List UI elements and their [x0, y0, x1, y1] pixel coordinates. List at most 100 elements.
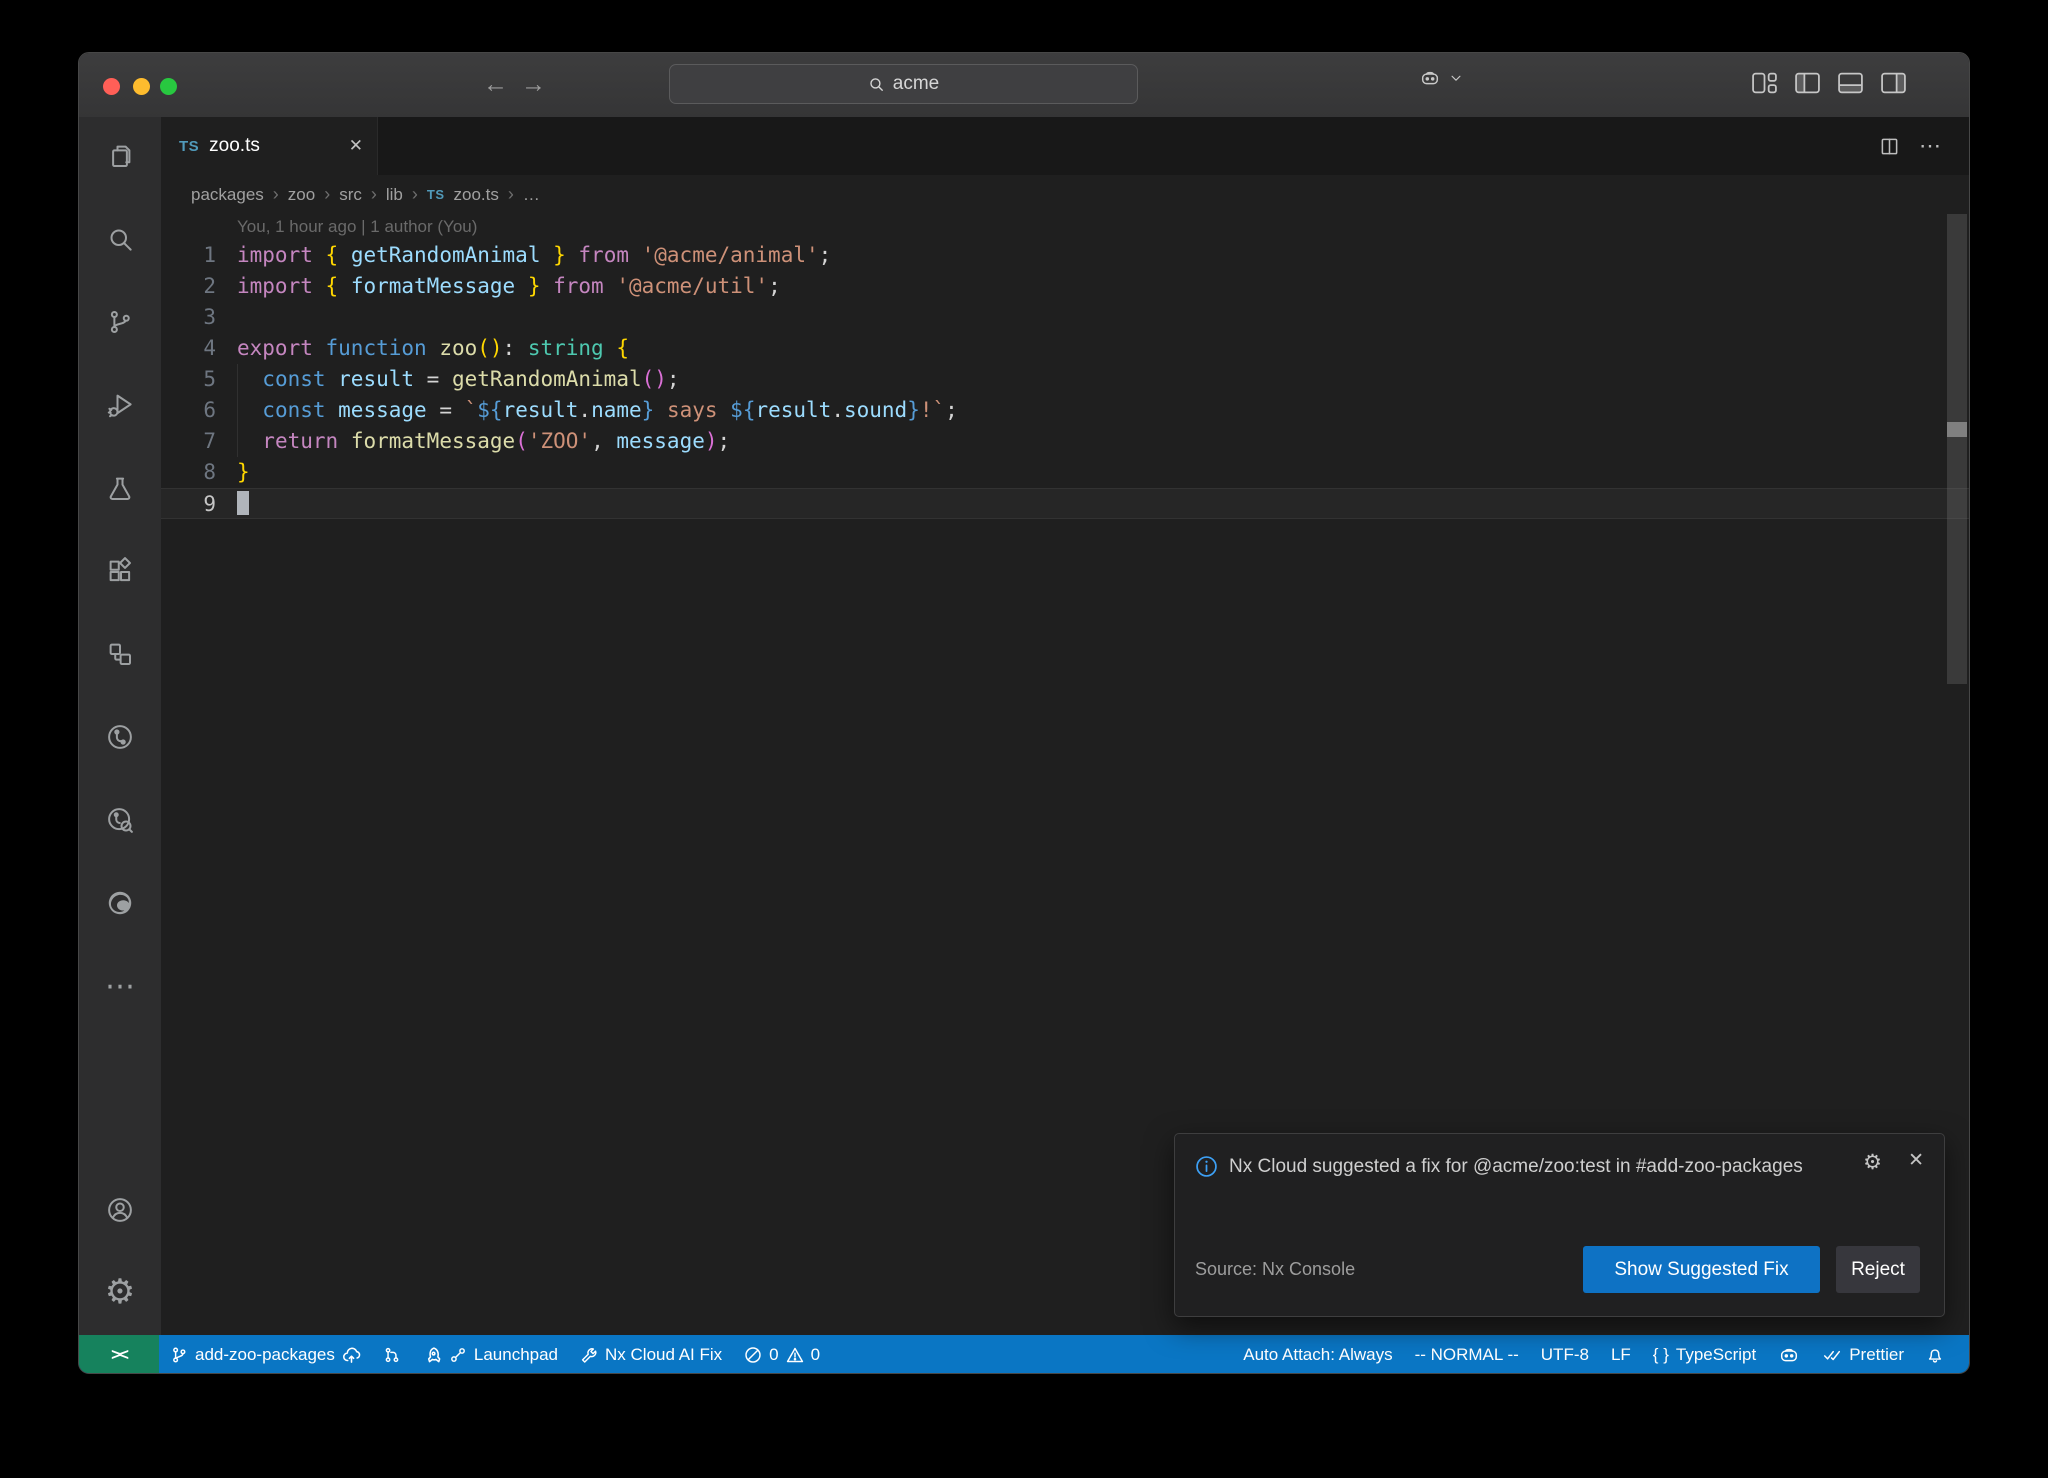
code-line-3[interactable]: 3	[161, 302, 1969, 333]
breadcrumb-more[interactable]: …	[523, 185, 540, 205]
search-value: acme	[893, 73, 939, 95]
sidebar-item-nx-cloud[interactable]	[96, 796, 144, 844]
copilot-status[interactable]	[1767, 1335, 1811, 1374]
toggle-primary-sidebar-button[interactable]	[1794, 71, 1821, 95]
back-arrow-icon[interactable]: ←	[483, 68, 508, 100]
toggle-panel-button[interactable]	[1837, 71, 1864, 95]
code-line-6[interactable]: 6 const message = `${result.name} says $…	[161, 395, 1969, 426]
problems-status[interactable]: 00	[733, 1335, 831, 1374]
notification-source: Source: Nx Console	[1195, 1259, 1355, 1280]
nx-cloud-ai-fix-status[interactable]: Nx Cloud AI Fix	[569, 1335, 733, 1374]
reject-button[interactable]: Reject	[1836, 1246, 1920, 1293]
double-check-icon	[1822, 1346, 1842, 1364]
code-line-9[interactable]: 9	[161, 488, 1969, 519]
copilot-menu-button[interactable]	[1419, 69, 1463, 87]
code-line-4[interactable]: 4export function zoo(): string {	[161, 333, 1969, 364]
label: { }	[1653, 1345, 1669, 1365]
label: ><	[111, 1345, 127, 1365]
sidebar-item-testing[interactable]	[96, 464, 144, 512]
auto-attach-status[interactable]: Auto Attach: Always	[1232, 1335, 1403, 1374]
split-editor-icon[interactable]	[1880, 137, 1899, 156]
code-line-8[interactable]: 8}	[161, 457, 1969, 488]
info-icon	[1195, 1155, 1218, 1178]
cloud-upload-icon	[342, 1346, 361, 1365]
bell-icon	[1926, 1346, 1944, 1364]
search-icon	[105, 224, 135, 254]
tab-zoo-ts[interactable]: TS zoo.ts ✕	[161, 117, 378, 175]
notification-message: Nx Cloud suggested a fix for @acme/zoo:t…	[1229, 1147, 1829, 1186]
sidebar-item-search[interactable]	[96, 215, 144, 263]
nx-cloud-icon	[105, 805, 135, 835]
close-window-button[interactable]	[103, 78, 120, 95]
editor-scrollbar[interactable]	[1947, 214, 1967, 1335]
more-actions-icon[interactable]: ⋯	[1919, 133, 1941, 159]
git-graph-status[interactable]	[372, 1335, 412, 1374]
text-cursor	[237, 491, 249, 515]
settings-button[interactable]: ⚙	[96, 1268, 144, 1316]
run-debug-icon	[105, 390, 135, 420]
breadcrumb-item-src[interactable]: src	[339, 185, 362, 205]
code-text: return formatMessage('ZOO', message);	[237, 426, 730, 457]
code-line-5[interactable]: 5 const result = getRandomAnimal();	[161, 364, 1969, 395]
label: UTF-8	[1541, 1345, 1589, 1365]
label: Auto Attach: Always	[1243, 1345, 1392, 1365]
breadcrumb-separator: ›	[412, 184, 418, 205]
copilot-icon	[1419, 69, 1441, 87]
minimize-window-button[interactable]	[133, 78, 150, 95]
nx-console-icon	[105, 722, 135, 752]
launchpad-status[interactable]: Launchpad	[412, 1335, 569, 1374]
notifications-bell[interactable]	[1915, 1335, 1955, 1374]
forward-arrow-icon[interactable]: →	[521, 68, 546, 100]
eol-status[interactable]: LF	[1600, 1335, 1642, 1374]
code-line-1[interactable]: 1import { getRandomAnimal } from '@acme/…	[161, 240, 1969, 271]
sidebar-item-extensions[interactable]	[96, 547, 144, 595]
code-text: export function zoo(): string {	[237, 333, 629, 364]
source-control-icon	[105, 307, 135, 337]
breadcrumb: packages›zoo›src›lib›TSzoo.ts›…	[161, 175, 1969, 214]
encoding-status[interactable]: UTF-8	[1530, 1335, 1600, 1374]
code-line-2[interactable]: 2import { formatMessage } from '@acme/ut…	[161, 271, 1969, 302]
sidebar-item-remote-explorer[interactable]	[96, 630, 144, 678]
line-number: 7	[161, 426, 237, 457]
sidebar-item-source-control[interactable]	[96, 298, 144, 346]
zoom-window-button[interactable]	[160, 78, 177, 95]
label: Prettier	[1849, 1345, 1904, 1365]
line-number: 2	[161, 271, 237, 302]
breadcrumb-item-packages[interactable]: packages	[191, 185, 264, 205]
command-center-search[interactable]: acme	[669, 64, 1138, 104]
formatter-prettier-status[interactable]: Prettier	[1811, 1335, 1915, 1374]
sidebar-item-run-debug[interactable]	[96, 381, 144, 429]
customize-layout-button[interactable]	[1751, 71, 1778, 95]
notification-close-icon[interactable]: ✕	[1908, 1149, 1924, 1172]
accounts-button[interactable]	[96, 1186, 144, 1234]
notification-toast: Nx Cloud suggested a fix for @acme/zoo:t…	[1174, 1133, 1945, 1317]
notification-settings-icon[interactable]: ⚙	[1863, 1150, 1882, 1174]
layout-controls	[1751, 71, 1907, 95]
breadcrumb-separator: ›	[371, 184, 377, 205]
sidebar-item-nx-console[interactable]	[96, 713, 144, 761]
rocket-icon	[423, 1346, 442, 1365]
git-branch-status[interactable]: add-zoo-packages	[159, 1335, 372, 1374]
remote-indicator[interactable]: ><	[79, 1335, 159, 1374]
show-suggested-fix-button[interactable]: Show Suggested Fix	[1583, 1246, 1820, 1293]
code-line-7[interactable]: 7 return formatMessage('ZOO', message);	[161, 426, 1969, 457]
breadcrumb-item-file[interactable]: zoo.ts	[454, 185, 499, 205]
label: Nx Cloud AI Fix	[605, 1345, 722, 1365]
scrollbar-slider[interactable]	[1947, 214, 1967, 684]
sidebar-item-more-views[interactable]: ⋯	[96, 962, 144, 1010]
breadcrumb-item-zoo[interactable]: zoo	[288, 185, 315, 205]
edge-icon	[105, 888, 135, 918]
label: TypeScript	[1676, 1345, 1756, 1365]
search-icon	[868, 76, 885, 93]
language-status[interactable]: { } TypeScript	[1642, 1335, 1767, 1374]
sidebar-item-explorer[interactable]	[96, 132, 144, 180]
git-graph-icon	[383, 1346, 401, 1364]
toggle-secondary-sidebar-button[interactable]	[1880, 71, 1907, 95]
close-tab-icon[interactable]: ✕	[349, 136, 363, 156]
vim-mode-status[interactable]: -- NORMAL --	[1404, 1335, 1530, 1374]
line-number: 4	[161, 333, 237, 364]
label: LF	[1611, 1345, 1631, 1365]
breadcrumb-item-lib[interactable]: lib	[386, 185, 403, 205]
label: Launchpad	[474, 1345, 558, 1365]
sidebar-item-edge-devtools[interactable]	[96, 879, 144, 927]
